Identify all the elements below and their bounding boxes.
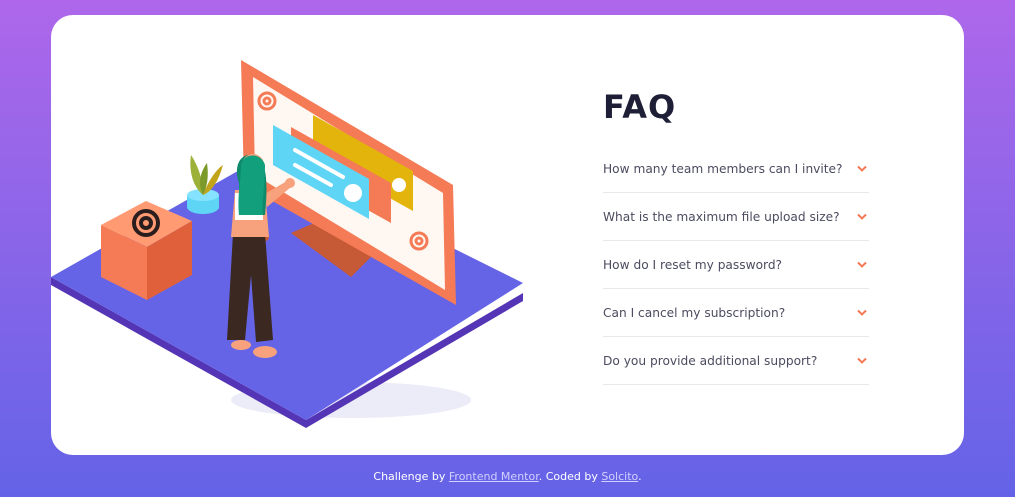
attribution-prefix: Challenge by — [373, 470, 449, 483]
faq-list: How many team members can I invite? What… — [603, 145, 869, 385]
faq-item[interactable]: How many team members can I invite? — [603, 145, 869, 193]
faq-question[interactable]: How many team members can I invite? — [603, 162, 843, 176]
chevron-down-icon[interactable] — [857, 213, 867, 221]
faq-item[interactable]: How do I reset my password? — [603, 241, 869, 289]
faq-card: FAQ How many team members can I invite? … — [51, 15, 964, 455]
faq-question[interactable]: Do you provide additional support? — [603, 354, 817, 368]
faq-question[interactable]: Can I cancel my subscription? — [603, 306, 785, 320]
chevron-down-icon[interactable] — [857, 309, 867, 317]
chevron-down-icon[interactable] — [857, 261, 867, 269]
chevron-down-icon[interactable] — [857, 357, 867, 365]
author-link[interactable]: Solcito — [601, 470, 638, 483]
faq-question[interactable]: How do I reset my password? — [603, 258, 782, 272]
attribution-suffix: . — [638, 470, 642, 483]
faq-item[interactable]: What is the maximum file upload size? — [603, 193, 869, 241]
attribution-footer: Challenge by Frontend Mentor. Coded by S… — [0, 470, 1015, 483]
faq-item[interactable]: Do you provide additional support? — [603, 337, 869, 385]
page-title: FAQ — [603, 88, 677, 126]
frontend-mentor-link[interactable]: Frontend Mentor — [449, 470, 539, 483]
illustration-woman-online — [51, 60, 523, 428]
chevron-down-icon[interactable] — [857, 165, 867, 173]
faq-section: FAQ How many team members can I invite? … — [603, 87, 869, 385]
attribution-middle: . Coded by — [538, 470, 602, 483]
faq-question[interactable]: What is the maximum file upload size? — [603, 210, 840, 224]
faq-item[interactable]: Can I cancel my subscription? — [603, 289, 869, 337]
